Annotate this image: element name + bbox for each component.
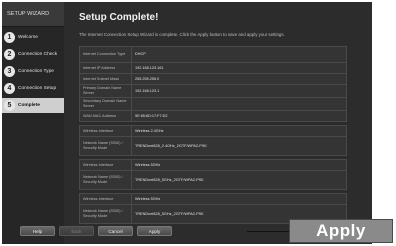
- table-row: Wireless Interface Wireless 2.4GHz: [79, 125, 347, 137]
- row-label: Secondary Domain Name Server: [79, 97, 132, 111]
- wireless-table-2: Wireless Interface Wireless 5GHz Network…: [79, 159, 347, 190]
- wizard-main-panel: Setup Complete! The Internet Connection …: [64, 2, 372, 244]
- table-row: Wireless Interface Wireless 5GHz: [79, 159, 347, 171]
- row-value: 255.255.255.0: [131, 73, 347, 85]
- step-label: Complete: [18, 103, 40, 108]
- row-value: DHCP: [131, 46, 347, 63]
- table-row: WAN MAC Address 9E:65:6D:17:F7:D2: [79, 110, 347, 122]
- apply-button[interactable]: Apply: [137, 226, 172, 236]
- row-label: Wireless Interface: [79, 159, 132, 171]
- row-value: [131, 97, 347, 111]
- wizard-buttons: Help Back Cancel Apply: [20, 226, 172, 236]
- table-row: Secondary Domain Name Server: [79, 97, 347, 111]
- step-label: Connection Check: [18, 52, 58, 57]
- row-value: 9E:65:6D:17:F7:D2: [131, 110, 347, 122]
- step-number: 3: [4, 66, 15, 77]
- row-value: TRENDnet828_5GHz_2GTF/WPA2-PSK: [131, 170, 347, 190]
- row-label: Wireless Interface: [79, 193, 132, 205]
- wireless-table-1: Wireless Interface Wireless 2.4GHz Netwo…: [79, 125, 347, 156]
- row-label: Internet IP Address: [79, 62, 132, 74]
- step-number: 5: [4, 100, 15, 111]
- table-row: Network Name (SSID) / Security Mode TREN…: [79, 170, 347, 190]
- step-connection-check[interactable]: 2 Connection Check: [2, 47, 64, 62]
- table-row: Network Name (SSID) / Security Mode TREN…: [79, 136, 347, 156]
- intro-text: The Internet Connection Setup Wizard is …: [79, 32, 285, 37]
- step-number: 1: [4, 32, 15, 43]
- row-value: Wireless 5GHz: [131, 193, 347, 205]
- step-number: 4: [4, 83, 15, 94]
- help-button[interactable]: Help: [20, 226, 55, 236]
- table-row: Internet Subnet Mask 255.255.255.0: [79, 73, 347, 85]
- connection-summary-table: Internet Connection Type DHCP Internet I…: [79, 46, 347, 122]
- row-value: TRENDnet828_2.4GHz_2GTF/WPA2-PSK: [131, 136, 347, 156]
- row-label: Wireless Interface: [79, 125, 132, 137]
- table-row: Wireless Interface Wireless 5GHz: [79, 193, 347, 205]
- cancel-button[interactable]: Cancel: [98, 226, 133, 236]
- step-label: Connection Setup: [18, 86, 57, 91]
- row-value: Wireless 5GHz: [131, 159, 347, 171]
- step-connection-setup[interactable]: 4 Connection Setup: [2, 81, 64, 96]
- row-label: Internet Connection Type: [79, 46, 132, 63]
- callout-pointer-line: [247, 231, 291, 232]
- sidebar-title: SETUP WIZARD: [2, 2, 64, 27]
- table-row: Internet IP Address 192.168.123.161: [79, 62, 347, 74]
- row-label: WAN MAC Address: [79, 110, 132, 122]
- step-label: Connection Type: [18, 69, 54, 74]
- row-label: Internet Subnet Mask: [79, 73, 132, 85]
- row-value: Wireless 2.4GHz: [131, 125, 347, 137]
- settings-summary: Internet Connection Type DHCP Internet I…: [79, 46, 347, 227]
- back-button[interactable]: Back: [59, 226, 94, 236]
- step-welcome[interactable]: 1 Welcome: [2, 30, 64, 45]
- step-label: Welcome: [18, 35, 38, 40]
- step-number: 2: [4, 49, 15, 60]
- step-complete[interactable]: 5 Complete: [2, 98, 64, 113]
- table-row: Internet Connection Type DHCP: [79, 46, 347, 63]
- apply-callout-label: Apply: [289, 219, 393, 243]
- page-title: Setup Complete!: [79, 12, 159, 23]
- wizard-steps: 1 Welcome 2 Connection Check 3 Connectio…: [2, 30, 64, 115]
- step-connection-type[interactable]: 3 Connection Type: [2, 64, 64, 79]
- table-row: Primary Domain Name Server 192.168.123.1: [79, 84, 347, 98]
- row-label: Primary Domain Name Server: [79, 84, 132, 98]
- row-label: Network Name (SSID) / Security Mode: [79, 170, 132, 190]
- setup-wizard-sidebar: SETUP WIZARD 1 Welcome 2 Connection Chec…: [2, 2, 64, 244]
- row-label: Network Name (SSID) / Security Mode: [79, 204, 132, 224]
- row-value: 192.168.123.161: [131, 62, 347, 74]
- row-value: 192.168.123.1: [131, 84, 347, 98]
- row-label: Network Name (SSID) / Security Mode: [79, 136, 132, 156]
